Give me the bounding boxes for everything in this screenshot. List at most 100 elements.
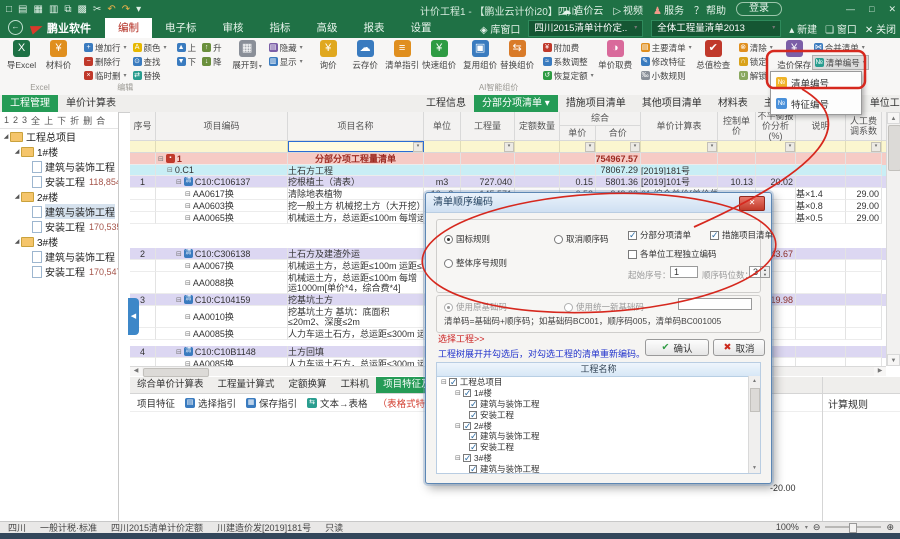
toolbar-button-下[interactable]: ▼下 [175, 55, 199, 68]
column-header-人工费调系数[interactable]: 人工费调系数 [846, 112, 882, 140]
feature-button-文本→表格[interactable]: ⇆文本→表格 [307, 396, 368, 410]
expand-box-icon[interactable]: ⊟ [185, 214, 191, 222]
filter-cell-name[interactable]: ▾ [288, 141, 424, 152]
back-button[interactable]: ← [8, 20, 23, 35]
menu-item-特征编号[interactable]: №特征编号 [771, 93, 861, 114]
toolbar-button-降[interactable]: ↓降 [200, 55, 224, 68]
toolbar-button-替换[interactable]: ⇄替换 [131, 69, 169, 82]
titlebar-cost-cloud-button[interactable]: ☁造价云 [561, 2, 603, 17]
tree-item-2#楼[interactable]: ◢2#楼 [0, 189, 118, 204]
scroll-left-icon[interactable]: ◀ [130, 367, 142, 376]
table-row[interactable]: ⊟0.C1土石方工程78067.29[2019]181号 [130, 165, 886, 176]
filter-cell-qty[interactable]: ▾ [461, 141, 515, 152]
toolbar-button-总值检查[interactable]: ✔总值检查 [696, 38, 731, 73]
toolbar-button-主要清单[interactable]: ▤主要清单▾ [639, 41, 694, 54]
filter-dropdown-icon[interactable]: ▾ [707, 142, 717, 152]
filter-cell-ctrl[interactable] [718, 141, 756, 152]
toolbar-button-锁定[interactable]: ∩锁定 [737, 55, 775, 68]
filter-cell-price[interactable]: ▾ [560, 141, 596, 152]
zoom-slider[interactable] [825, 526, 881, 528]
expand-box-icon[interactable]: ⊟ [441, 378, 447, 386]
filter-cell-deqty[interactable] [515, 141, 560, 152]
tree-toolbar-button-2[interactable]: 2 [13, 115, 18, 125]
digits-input[interactable]: 3 [749, 266, 761, 278]
expand-box-icon[interactable]: ⊟ [455, 422, 461, 430]
toolbar-button-复用组价[interactable]: ▣复用组价 [463, 38, 498, 73]
table-row[interactable]: ⊟▪1分部分项工程量清单2754967.57 [130, 153, 886, 165]
panel-collapse-handle[interactable]: ◀ [128, 298, 139, 335]
checkbox-icon[interactable] [469, 432, 477, 440]
left-tab-单价计算表[interactable]: 单价计算表 [58, 95, 124, 112]
toolbar-button-显示[interactable]: ▥显示▾ [267, 55, 305, 68]
column-header-项目编码[interactable]: 项目编码 [156, 112, 288, 140]
tree-item-建筑与装饰工程[interactable]: 建筑与装饰工程4,720,... [0, 249, 118, 264]
filter-cell-imb[interactable]: ▾ [756, 141, 796, 152]
qat-new-icon[interactable]: □ [6, 4, 12, 15]
expand-box-icon[interactable]: ⊟ [185, 202, 191, 210]
toolbar-button-隐藏[interactable]: ▤隐藏▾ [267, 41, 305, 54]
left-tab-工程管理[interactable]: 工程管理 [2, 95, 58, 112]
tree-toolbar-button-全[interactable]: 全 [31, 114, 40, 127]
check-fbfx-list[interactable]: 分部分项清单 [628, 229, 691, 241]
filter-dropdown-icon[interactable]: ▾ [871, 142, 881, 152]
scroll-up-icon[interactable]: ▲ [887, 112, 900, 124]
expand-box-icon[interactable]: ⊟ [185, 262, 191, 270]
check-independent-coding[interactable]: 各单位工程独立编码 [628, 248, 717, 260]
tree-item-建筑与装饰工程[interactable]: 建筑与装饰工程3,954,... [0, 204, 118, 219]
toolbar-button-询价[interactable]: ¥询价 [311, 38, 346, 73]
column-header-单价计算表[interactable]: 单价计算表 [641, 112, 718, 140]
new-base-code-input[interactable] [678, 298, 752, 310]
checkbox-icon[interactable] [469, 400, 477, 408]
toolbar-button-恢复定额[interactable]: ↺恢复定额▾ [541, 69, 596, 82]
bottom-tab-工程量计算式[interactable]: 工程量计算式 [211, 377, 282, 393]
ribbon-tab-电子标[interactable]: 电子标 [152, 18, 210, 38]
column-header-定额数量[interactable]: 定额数量 [515, 112, 560, 140]
dialog-close-icon[interactable]: ✕ [739, 196, 765, 211]
titlebar-service-button[interactable]: ♟服务 [653, 2, 684, 17]
tree-toolbar-button-合[interactable]: 合 [96, 114, 105, 127]
sheet-tab-其他项目清单[interactable]: 其他项目清单 [634, 95, 710, 112]
checkbox-icon[interactable] [449, 378, 457, 386]
filter-cell-calc[interactable]: ▾ [641, 141, 718, 152]
filter-cell-coef[interactable]: ▾ [846, 141, 882, 152]
filter-cell-unit[interactable] [424, 141, 461, 152]
checkbox-icon[interactable] [463, 454, 471, 462]
right-panel-divider[interactable] [822, 377, 823, 521]
tree-toolbar-button-3[interactable]: 3 [22, 115, 27, 125]
tree-item-3#楼[interactable]: ◢3#楼 [0, 234, 118, 249]
select-project-link[interactable]: 选择工程>> [438, 332, 485, 345]
dialog-tree-item-建筑与装饰工程[interactable]: 建筑与装饰工程 [437, 431, 760, 442]
radio-overall-serial-rule[interactable]: 整体序号规则 [444, 257, 507, 269]
qat-undo-icon[interactable]: ↶ [107, 4, 115, 15]
column-header-序号[interactable]: 序号 [130, 112, 156, 140]
toolbar-button-附加费[interactable]: ¥附加费 [541, 41, 596, 54]
toolbar-button-颜色[interactable]: A颜色▾ [131, 41, 169, 54]
toolbar-button-清单编号[interactable]: №清单编号▾ [812, 55, 869, 70]
expand-box-icon[interactable]: ⊟ [185, 279, 191, 287]
column-header-单位[interactable]: 单位 [424, 112, 461, 140]
minimize-icon[interactable]: — [846, 4, 855, 14]
checkbox-icon[interactable] [463, 389, 471, 397]
sheet-tab-单位工程费汇总表[interactable]: 单位工程费汇总表 [862, 95, 900, 112]
dialog-tree-item-3#楼[interactable]: ⊟3#楼 [437, 453, 760, 464]
qat-paste-icon[interactable]: ▩ [78, 4, 87, 15]
tree-toolbar-button-折[interactable]: 折 [70, 114, 79, 127]
toolbar-button-小数规则[interactable]: ‰小数规则 [639, 69, 694, 82]
scroll-thumb[interactable] [750, 388, 760, 412]
filter-dropdown-icon[interactable]: ▾ [630, 142, 640, 152]
ribbon-tab-高级[interactable]: 高级 [304, 18, 351, 38]
dialog-tree-item-安装工程[interactable]: 安装工程 [437, 442, 760, 453]
tree-item-建筑与装饰工程[interactable]: 建筑与装饰工程1,957,... [0, 159, 118, 174]
tree-toolbar-button-上[interactable]: 上 [44, 114, 53, 127]
toolbar-button-修改特征[interactable]: ✎修改特征 [639, 55, 694, 68]
chevron-down-icon[interactable]: ▾ [805, 524, 808, 531]
feature-button-选择指引[interactable]: ▤选择指引 [185, 396, 236, 410]
start-serial-input[interactable]: 1 [670, 266, 698, 278]
ribbon-tab-指标[interactable]: 指标 [257, 18, 304, 38]
checkbox-icon[interactable] [469, 411, 477, 419]
toolbar-button-云存价[interactable]: ☁云存价 [348, 38, 383, 73]
qat-cut-icon[interactable]: ✂ [93, 4, 101, 15]
toolbar-button-快速组价[interactable]: ¥快速组价 [422, 38, 457, 73]
dialog-tree-item-2#楼[interactable]: ⊟2#楼 [437, 420, 760, 431]
tree-toolbar-button-删[interactable]: 删 [83, 114, 92, 127]
